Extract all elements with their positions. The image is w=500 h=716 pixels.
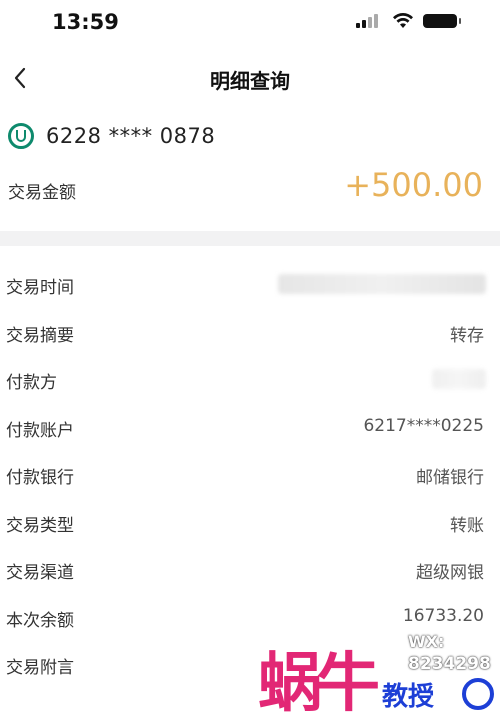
swirl-logo-icon [462,678,494,710]
watermark: 蜗牛 WX: 8234298 教授 [258,628,500,716]
detail-value: 转账 [450,515,484,536]
navigation-bar: 明细查询 [0,52,500,104]
detail-value: 6217****0225 [363,415,484,436]
detail-row-type: 交易类型 转账 [0,500,500,548]
watermark-wx-label: WX: [408,632,445,651]
detail-label: 交易摘要 [6,325,74,346]
watermark-big-text: 蜗牛 [258,646,380,716]
detail-row-payer-bank: 付款银行 邮储银行 [0,452,500,500]
battery-icon [423,14,461,28]
watermark-small-text: 教授 [382,682,435,712]
watermark-wx-number: 8234298 [408,654,491,674]
redacted-value [278,274,486,294]
card-number: 6228 **** 0878 [46,124,216,148]
section-divider [0,231,500,246]
status-bar: 13:59 [0,0,500,44]
detail-row-time: 交易时间 [0,262,500,310]
detail-row-payer-account: 付款账户 6217****0225 [0,405,500,453]
detail-row-channel: 交易渠道 超级网银 [0,547,500,595]
redacted-value [432,369,486,389]
detail-value: 邮储银行 [416,468,484,488]
page-title: 明细查询 [210,69,290,93]
bank-logo-icon [8,123,34,149]
cellular-signal-icon [356,14,382,28]
status-time: 13:59 [52,10,119,34]
amount-value: +500.00 [344,166,483,204]
detail-label: 交易时间 [6,278,74,298]
detail-label: 付款银行 [6,468,74,488]
amount-label: 交易金额 [8,183,76,203]
detail-value: 16733.20 [402,605,484,626]
detail-label: 交易渠道 [6,563,74,583]
detail-row-payer: 付款方 [0,357,500,405]
account-row: 6228 **** 0878 [8,120,215,152]
detail-label: 付款方 [6,373,57,393]
detail-value: 超级网银 [416,563,484,583]
detail-list: 交易时间 交易摘要 转存 付款方 付款账户 6217****0225 付款银行 … [0,262,500,690]
detail-label: 交易附言 [6,658,74,678]
detail-row-summary: 交易摘要 转存 [0,310,500,358]
detail-value: 转存 [450,325,484,346]
detail-label: 付款账户 [6,420,74,441]
detail-label: 交易类型 [6,515,74,536]
wifi-icon [393,12,413,28]
detail-label: 本次余额 [6,610,74,631]
transaction-detail-page: 13:59 明细查询 6228 **** 0878 交易金额 +500.00 交… [0,0,500,716]
